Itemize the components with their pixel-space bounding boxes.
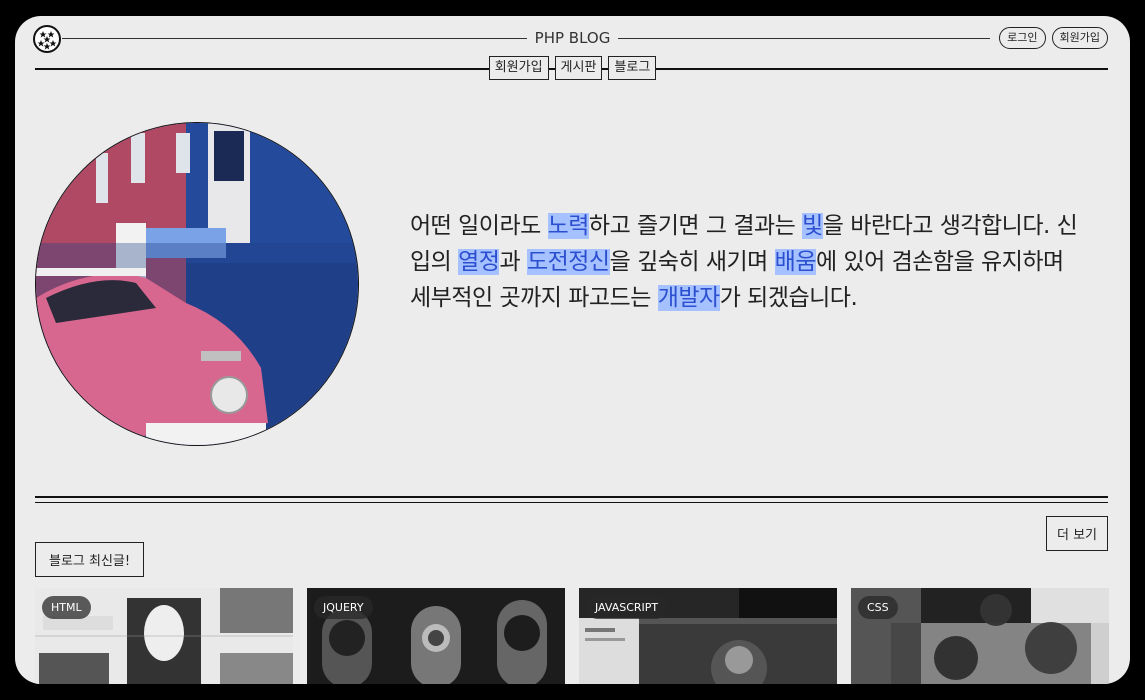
device-frame: PHP BLOG 로그인 회원가입 회원가입 게시판 블로그 어떤 일이라도 노… bbox=[0, 0, 1145, 700]
nav-item-board[interactable]: 게시판 bbox=[554, 56, 603, 80]
highlighted-word: 개발자 bbox=[657, 285, 720, 311]
hero-intro-text: 어떤 일이라도 노력하고 즐기면 그 결과는 빛을 바란다고 생각합니다. 신입… bbox=[410, 208, 1080, 316]
nav-item-blog[interactable]: 블로그 bbox=[608, 56, 657, 80]
site-title-text: PHP BLOG bbox=[526, 29, 619, 47]
intro-text-segment: 하고 즐기면 그 결과는 bbox=[588, 213, 803, 239]
site-title: PHP BLOG bbox=[15, 29, 1130, 47]
section-divider bbox=[35, 496, 1108, 498]
main-nav: 회원가입 게시판 블로그 bbox=[15, 56, 1130, 80]
browser-viewport: PHP BLOG 로그인 회원가입 회원가입 게시판 블로그 어떤 일이라도 노… bbox=[15, 16, 1130, 684]
login-button[interactable]: 로그인 bbox=[999, 27, 1046, 49]
highlighted-word: 노력 bbox=[547, 213, 589, 239]
blog-card-html[interactable]: HTML bbox=[35, 588, 293, 684]
highlighted-word: 열정 bbox=[458, 249, 500, 275]
highlighted-word: 도전정신 bbox=[526, 249, 610, 275]
blog-card-jquery[interactable]: JQUERY bbox=[307, 588, 565, 684]
hero-image bbox=[35, 122, 359, 446]
signup-button[interactable]: 회원가입 bbox=[1051, 27, 1108, 49]
section-divider-thin bbox=[35, 502, 1108, 503]
blog-card-list: HTML JQUERY JAVASCRIPT CSS bbox=[35, 588, 1109, 684]
highlighted-word: 배움 bbox=[774, 249, 816, 275]
nav-item-signup[interactable]: 회원가입 bbox=[488, 56, 549, 80]
blog-card-javascript[interactable]: JAVASCRIPT bbox=[579, 588, 837, 684]
top-actions: 로그인 회원가입 bbox=[999, 27, 1108, 49]
intro-text-segment: 과 bbox=[499, 249, 527, 275]
card-tag: JQUERY bbox=[314, 596, 373, 619]
card-tag: HTML bbox=[42, 596, 91, 619]
highlighted-word: 빛 bbox=[802, 213, 823, 239]
more-button[interactable]: 더 보기 bbox=[1045, 516, 1108, 551]
card-tag: JAVASCRIPT bbox=[586, 596, 668, 619]
intro-text-segment: 을 깊숙히 새기며 bbox=[609, 249, 775, 275]
card-tag: CSS bbox=[858, 596, 898, 619]
intro-text-segment: 어떤 일이라도 bbox=[410, 213, 548, 239]
recent-posts-heading: 블로그 최신글! bbox=[35, 542, 145, 577]
blog-card-css[interactable]: CSS bbox=[851, 588, 1109, 684]
intro-text-segment: 가 되겠습니다. bbox=[719, 285, 858, 311]
